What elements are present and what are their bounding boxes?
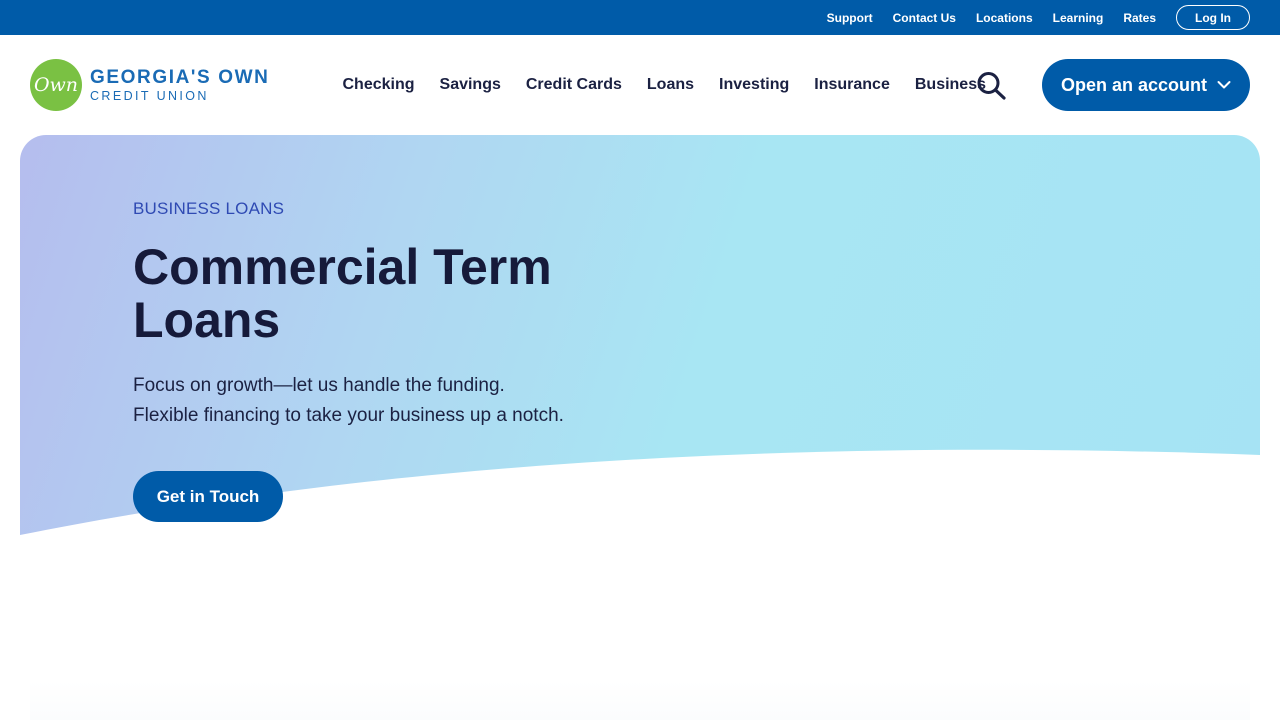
nav-item-savings[interactable]: Savings [440,76,501,94]
logo-text: GEORGIA'S OWN CREDIT UNION [90,68,269,103]
nav-item-credit-cards[interactable]: Credit Cards [526,76,622,94]
utility-link-rates[interactable]: Rates [1123,11,1156,25]
utility-link-support[interactable]: Support [827,11,873,25]
hero-subtitle: Focus on growth—let us handle the fundin… [133,371,693,431]
open-account-button[interactable]: Open an account [1042,59,1250,111]
logo[interactable]: Own GEORGIA'S OWN CREDIT UNION [30,59,269,111]
hero-banner: BUSINESS LOANS Commercial Term Loans Foc… [20,135,1260,535]
search-button[interactable] [976,71,1008,101]
login-button[interactable]: Log In [1176,5,1250,30]
page-title: Commercial Term Loans [133,239,552,348]
utility-bar: Support Contact Us Locations Learning Ra… [0,0,1280,35]
main-nav: Checking Savings Credit Cards Loans Inve… [330,35,999,135]
logo-name: GEORGIA'S OWN [90,66,270,88]
get-in-touch-button[interactable]: Get in Touch [133,471,283,522]
utility-link-contact-us[interactable]: Contact Us [893,11,956,25]
site-header: Own GEORGIA'S OWN CREDIT UNION Checking … [0,35,1280,135]
nav-item-insurance[interactable]: Insurance [814,76,890,94]
nav-item-checking[interactable]: Checking [343,76,415,94]
nav-item-loans[interactable]: Loans [647,76,694,94]
utility-link-locations[interactable]: Locations [976,11,1033,25]
open-account-label: Open an account [1060,74,1208,95]
logo-mark: Own [30,59,82,111]
nav-item-investing[interactable]: Investing [719,76,789,94]
hero-subtitle-line: Focus on growth—let us handle the fundin… [133,375,505,396]
utility-link-learning[interactable]: Learning [1053,11,1104,25]
logo-tagline: CREDIT UNION [90,88,209,103]
content-area [30,680,1250,720]
hero-eyebrow: BUSINESS LOANS [133,199,285,218]
hero-subtitle-line: Flexible financing to take your business… [133,405,564,426]
chevron-down-icon [1217,80,1231,90]
search-icon [977,72,1006,100]
utility-nav: Support Contact Us Locations Learning Ra… [807,0,1250,35]
